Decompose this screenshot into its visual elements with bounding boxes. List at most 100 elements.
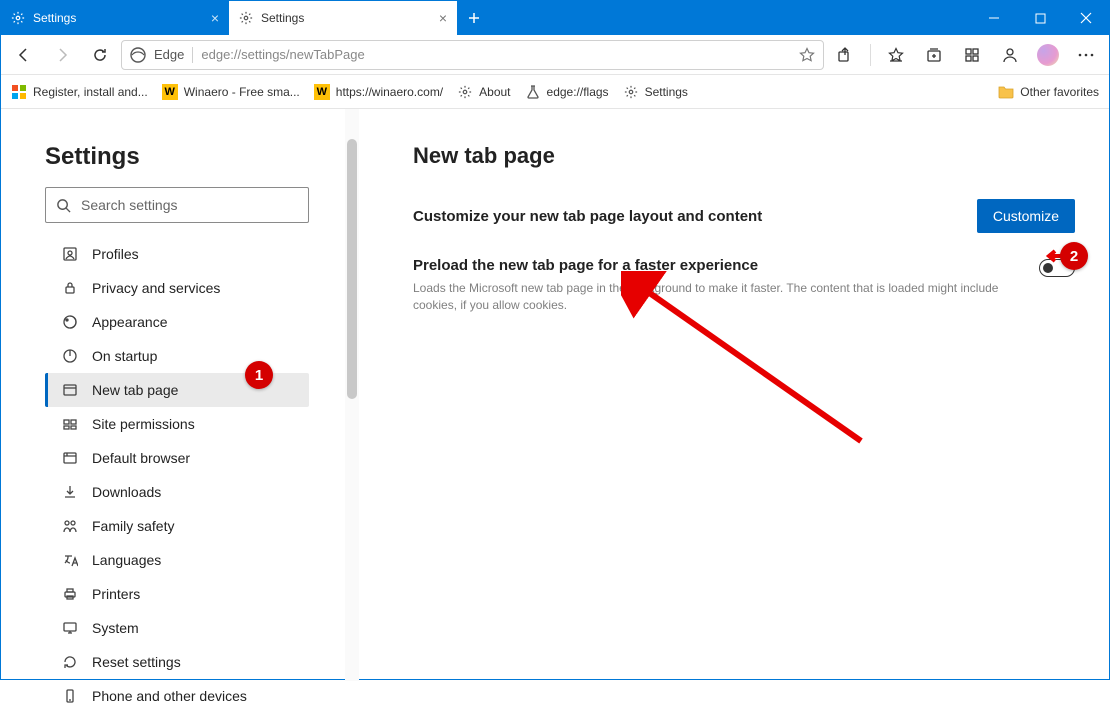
nav-label: Downloads [92, 484, 161, 500]
preload-row: Preload the new tab page for a faster ex… [413, 257, 1075, 315]
nav-label: On startup [92, 348, 157, 364]
settings-nav: Profiles Privacy and services Appearance On… [45, 237, 309, 713]
sidebar-item-privacy-and-services[interactable]: Privacy and services [45, 271, 309, 305]
nav-label: Default browser [92, 450, 190, 466]
edge-label: Edge [154, 47, 184, 62]
edge-icon [130, 47, 146, 63]
other-favorites-button[interactable]: Other favorites [998, 84, 1099, 100]
bookmark-item[interactable]: Register, install and... [11, 84, 148, 100]
annotation-badge-2: 2 [1060, 242, 1088, 270]
site-icon: W [162, 84, 178, 100]
gear-icon [457, 84, 473, 100]
separator [192, 47, 193, 63]
sidebar-item-default-browser[interactable]: Default browser [45, 441, 309, 475]
address-bar[interactable]: Edge edge://settings/newTabPage [121, 40, 824, 70]
sidebar-item-printers[interactable]: Printers [45, 577, 309, 611]
minimize-button[interactable] [971, 1, 1017, 35]
maximize-button[interactable] [1017, 1, 1063, 35]
bookmark-label: Settings [645, 85, 688, 99]
new-tab-button[interactable] [457, 1, 491, 35]
appearance-icon [62, 314, 78, 330]
preload-heading: Preload the new tab page for a faster ex… [413, 257, 1019, 274]
sidebar-item-reset-settings[interactable]: Reset settings [45, 645, 309, 679]
bookmark-label: Winaero - Free sma... [184, 85, 300, 99]
family-icon [62, 518, 78, 534]
settings-sidebar: Settings Search settings ProfilesPrivacy… [1, 109, 361, 681]
page-content: Settings Search settings ProfilesPrivacy… [1, 109, 1109, 681]
url-text: edge://settings/newTabPage [201, 47, 364, 62]
bookmark-item[interactable]: Settings [623, 84, 688, 100]
sidebar-item-languages[interactable]: Languages [45, 543, 309, 577]
tab-icon [62, 382, 78, 398]
close-icon[interactable]: × [439, 10, 447, 26]
permissions-icon [62, 416, 78, 432]
customize-row: Customize your new tab page layout and c… [413, 199, 1075, 233]
sidebar-item-family-safety[interactable]: Family safety [45, 509, 309, 543]
nav-label: Site permissions [92, 416, 195, 432]
gear-icon [11, 11, 25, 25]
lock-icon [62, 280, 78, 296]
nav-label: Privacy and services [92, 280, 220, 296]
page-title: New tab page [413, 143, 1075, 169]
more-button[interactable] [1069, 38, 1103, 72]
nav-label: New tab page [92, 382, 178, 398]
bookmark-label: edge://flags [547, 85, 609, 99]
bookmark-item[interactable]: W Winaero - Free sma... [162, 84, 300, 100]
sidebar-search-input[interactable]: Search settings [45, 187, 309, 223]
bookmark-item[interactable]: About [457, 84, 510, 100]
tab-label: Settings [33, 11, 203, 25]
system-icon [62, 620, 78, 636]
download-icon [62, 484, 78, 500]
bookmark-label: https://winaero.com/ [336, 85, 443, 99]
tab-label: Settings [261, 11, 431, 25]
favorite-star-icon[interactable] [799, 47, 815, 63]
folder-icon [998, 84, 1014, 100]
bookmark-item[interactable]: edge://flags [525, 84, 609, 100]
bookmarks-bar: Register, install and... W Winaero - Fre… [1, 75, 1109, 109]
nav-label: Phone and other devices [92, 688, 247, 704]
scrollbar-thumb[interactable] [347, 139, 357, 399]
power-icon [62, 348, 78, 364]
sidebar-item-site-permissions[interactable]: Site permissions [45, 407, 309, 441]
site-icon: W [314, 84, 330, 100]
reset-icon [62, 654, 78, 670]
search-placeholder: Search settings [81, 197, 178, 213]
customize-heading: Customize your new tab page layout and c… [413, 208, 762, 225]
windows-icon [11, 84, 27, 100]
nav-label: Reset settings [92, 654, 181, 670]
window-controls [971, 1, 1109, 35]
sidebar-item-downloads[interactable]: Downloads [45, 475, 309, 509]
bookmark-item[interactable]: W https://winaero.com/ [314, 84, 443, 100]
forward-button[interactable] [45, 38, 79, 72]
sidebar-scrollbar[interactable] [345, 109, 359, 681]
sidebar-item-appearance[interactable]: Appearance [45, 305, 309, 339]
share-button[interactable] [828, 38, 862, 72]
customize-button[interactable]: Customize [977, 199, 1075, 233]
back-button[interactable] [7, 38, 41, 72]
sidebar-item-profiles[interactable]: Profiles [45, 237, 309, 271]
refresh-button[interactable] [83, 38, 117, 72]
printer-icon [62, 586, 78, 602]
avatar-button[interactable] [1031, 38, 1065, 72]
nav-label: System [92, 620, 139, 636]
gear-icon [239, 11, 253, 25]
phone-icon [62, 688, 78, 704]
browser-tab-inactive[interactable]: Settings × [1, 1, 229, 35]
browser-toolbar: Edge edge://settings/newTabPage [1, 35, 1109, 75]
favorites-button[interactable] [879, 38, 913, 72]
settings-main: New tab page Customize your new tab page… [361, 109, 1109, 681]
nav-label: Languages [92, 552, 161, 568]
sidebar-item-phone-and-other-devices[interactable]: Phone and other devices [45, 679, 309, 713]
collections-button[interactable] [917, 38, 951, 72]
profile-icon [62, 246, 78, 262]
bookmark-label: Register, install and... [33, 85, 148, 99]
other-favorites-label: Other favorites [1020, 85, 1099, 99]
browser-tab-active[interactable]: Settings × [229, 1, 457, 35]
profile-button[interactable] [993, 38, 1027, 72]
sidebar-item-system[interactable]: System [45, 611, 309, 645]
gear-icon [623, 84, 639, 100]
close-icon[interactable]: × [211, 10, 219, 26]
close-window-button[interactable] [1063, 1, 1109, 35]
extensions-button[interactable] [955, 38, 989, 72]
toggle-knob [1043, 263, 1053, 273]
